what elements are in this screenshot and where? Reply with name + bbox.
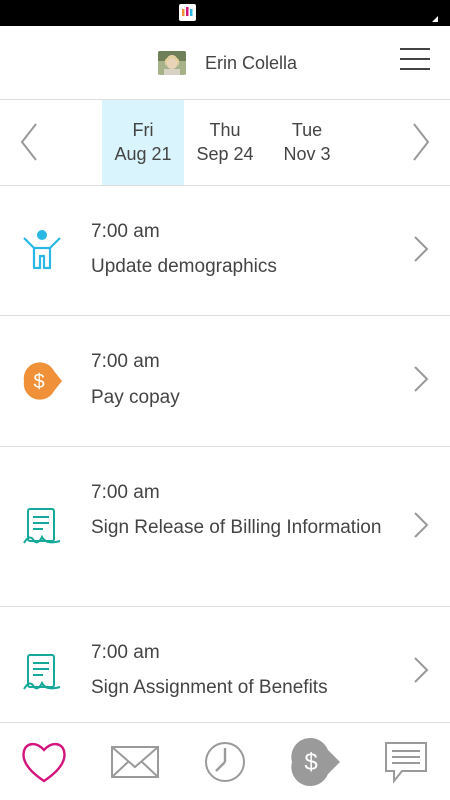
task-update-demographics[interactable]: 7:00 am Update demographics — [0, 186, 450, 316]
task-time: 7:00 am — [91, 482, 160, 503]
task-sign-release-billing[interactable]: 7:00 am Sign Release of Billing Informat… — [0, 447, 450, 607]
chevron-left-icon[interactable] — [16, 120, 46, 164]
status-bar — [0, 0, 450, 26]
svg-text:$: $ — [304, 749, 317, 776]
date-day-of-week: Fri — [132, 120, 154, 140]
task-time: 7:00 am — [91, 642, 160, 663]
dollar-tag-icon[interactable]: $ — [290, 737, 342, 787]
task-time: 7:00 am — [91, 221, 160, 242]
task-title: Sign Release of Billing Information — [91, 517, 382, 538]
date-day-of-week: Tue — [291, 120, 323, 140]
user-avatar[interactable] — [158, 51, 186, 75]
date-label: Aug 21 — [114, 144, 172, 164]
hamburger-menu-icon[interactable] — [400, 48, 430, 74]
task-title: Pay copay — [91, 387, 180, 408]
envelope-icon[interactable] — [109, 737, 161, 787]
date-tab-nov-3[interactable]: Tue Nov 3 — [266, 100, 348, 185]
heart-icon[interactable] — [18, 737, 70, 787]
date-navigation: Fri Aug 21 Thu Sep 24 Tue Nov 3 — [0, 100, 450, 186]
task-title: Sign Assignment of Benefits — [91, 677, 328, 698]
date-tab-sep-24[interactable]: Thu Sep 24 — [184, 100, 266, 185]
chevron-right-icon — [412, 364, 430, 394]
app-logo-icon — [179, 4, 196, 21]
svg-text:$: $ — [33, 371, 44, 393]
chevron-right-icon[interactable] — [404, 120, 434, 164]
date-tab-aug-21[interactable]: Fri Aug 21 — [102, 100, 184, 185]
task-time: 7:00 am — [91, 351, 160, 372]
signal-icon — [432, 9, 438, 22]
chevron-right-icon — [412, 655, 430, 685]
date-label: Sep 24 — [196, 144, 254, 164]
chevron-right-icon — [412, 234, 430, 264]
task-title: Update demographics — [91, 256, 277, 277]
clock-icon[interactable] — [199, 737, 251, 787]
signature-document-icon — [20, 651, 64, 695]
dollar-tag-icon: $ — [20, 359, 64, 403]
app-header: Erin Colella — [0, 26, 450, 100]
date-label: Nov 3 — [283, 144, 331, 164]
person-icon — [20, 228, 64, 272]
date-day-of-week: Thu — [209, 120, 241, 140]
user-name: Erin Colella — [205, 53, 298, 73]
task-sign-assignment-benefits[interactable]: 7:00 am Sign Assignment of Benefits — [0, 607, 450, 723]
chat-bubble-icon[interactable] — [380, 737, 432, 787]
signature-document-icon — [20, 505, 64, 549]
bottom-tab-bar: $ — [0, 722, 450, 800]
chevron-right-icon — [412, 510, 430, 540]
task-pay-copay[interactable]: $ 7:00 am Pay copay — [0, 316, 450, 447]
